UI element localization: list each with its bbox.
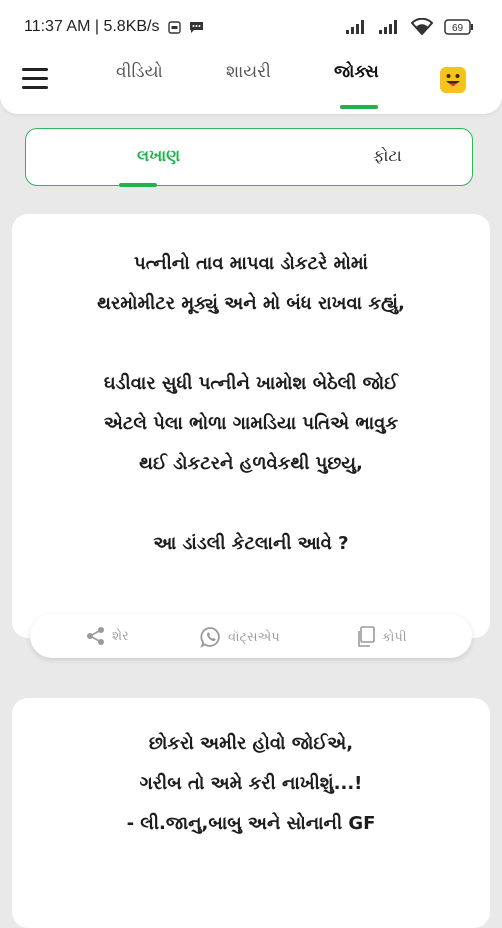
joke-card-2: છોકરો અમીર હોવો જોઈએ, ગરીબ તો અમે કરી ના…	[12, 698, 490, 928]
signal-icon-2	[378, 19, 397, 34]
share-icon	[87, 627, 104, 645]
signal-icon	[345, 19, 364, 34]
whatsapp-label: વૉટ્સએપ	[228, 629, 280, 645]
top-bar: 11:37 AM | 5.8KB/s 69 વીડિયો શાયરી જોક્સ	[0, 0, 502, 114]
emoji-icon[interactable]	[440, 67, 466, 93]
whatsapp-button[interactable]: વૉટ્સએપ	[200, 626, 280, 648]
status-time-area: 11:37 AM | 5.8KB/s	[24, 18, 204, 36]
tab-videos[interactable]: વીડિયો	[116, 62, 163, 82]
joke-text: પત્નીનો તાવ માપવા ડોકટરે મોમાં થરમોમીટર …	[97, 253, 405, 554]
screen-record-icon	[168, 20, 181, 34]
share-label: શેર	[112, 628, 129, 644]
tab-jokes[interactable]: જોક્સ	[334, 62, 379, 82]
tab-shayari[interactable]: શાયરી	[226, 62, 271, 82]
battery-level: 69	[452, 23, 464, 34]
segment-indicator	[119, 183, 157, 187]
message-icon	[190, 21, 204, 33]
copy-label: કોપી	[382, 629, 407, 645]
joke-text-2: છોકરો અમીર હોવો જોઈએ, ગરીબ તો અમે કરી ના…	[126, 733, 376, 834]
joke-card: પત્નીનો તાવ માપવા ડોકટરે મોમાં થરમોમીટર …	[12, 214, 490, 638]
content-type-toggle: લખાણ ફોટા	[25, 128, 473, 187]
whatsapp-icon	[200, 627, 220, 648]
share-button[interactable]: શેર	[86, 626, 129, 648]
status-bar: 11:37 AM | 5.8KB/s 69	[0, 0, 502, 54]
segment-photos[interactable]: ફોટા	[373, 146, 402, 166]
active-tab-indicator	[340, 105, 378, 109]
wifi-icon	[410, 18, 433, 35]
status-time: 11:37 AM | 5.8KB/s	[24, 18, 160, 35]
app-bar: વીડિયો શાયરી જોક્સ	[0, 56, 502, 109]
menu-icon[interactable]	[22, 68, 48, 90]
segment-text[interactable]: લખાણ	[137, 146, 180, 166]
copy-icon	[358, 626, 375, 647]
battery-icon: 69	[444, 18, 473, 35]
status-icons: 69	[339, 16, 474, 38]
joke-actions: શેર વૉટ્સએપ કોપી	[30, 614, 472, 658]
copy-button[interactable]: કોપી	[356, 626, 407, 648]
